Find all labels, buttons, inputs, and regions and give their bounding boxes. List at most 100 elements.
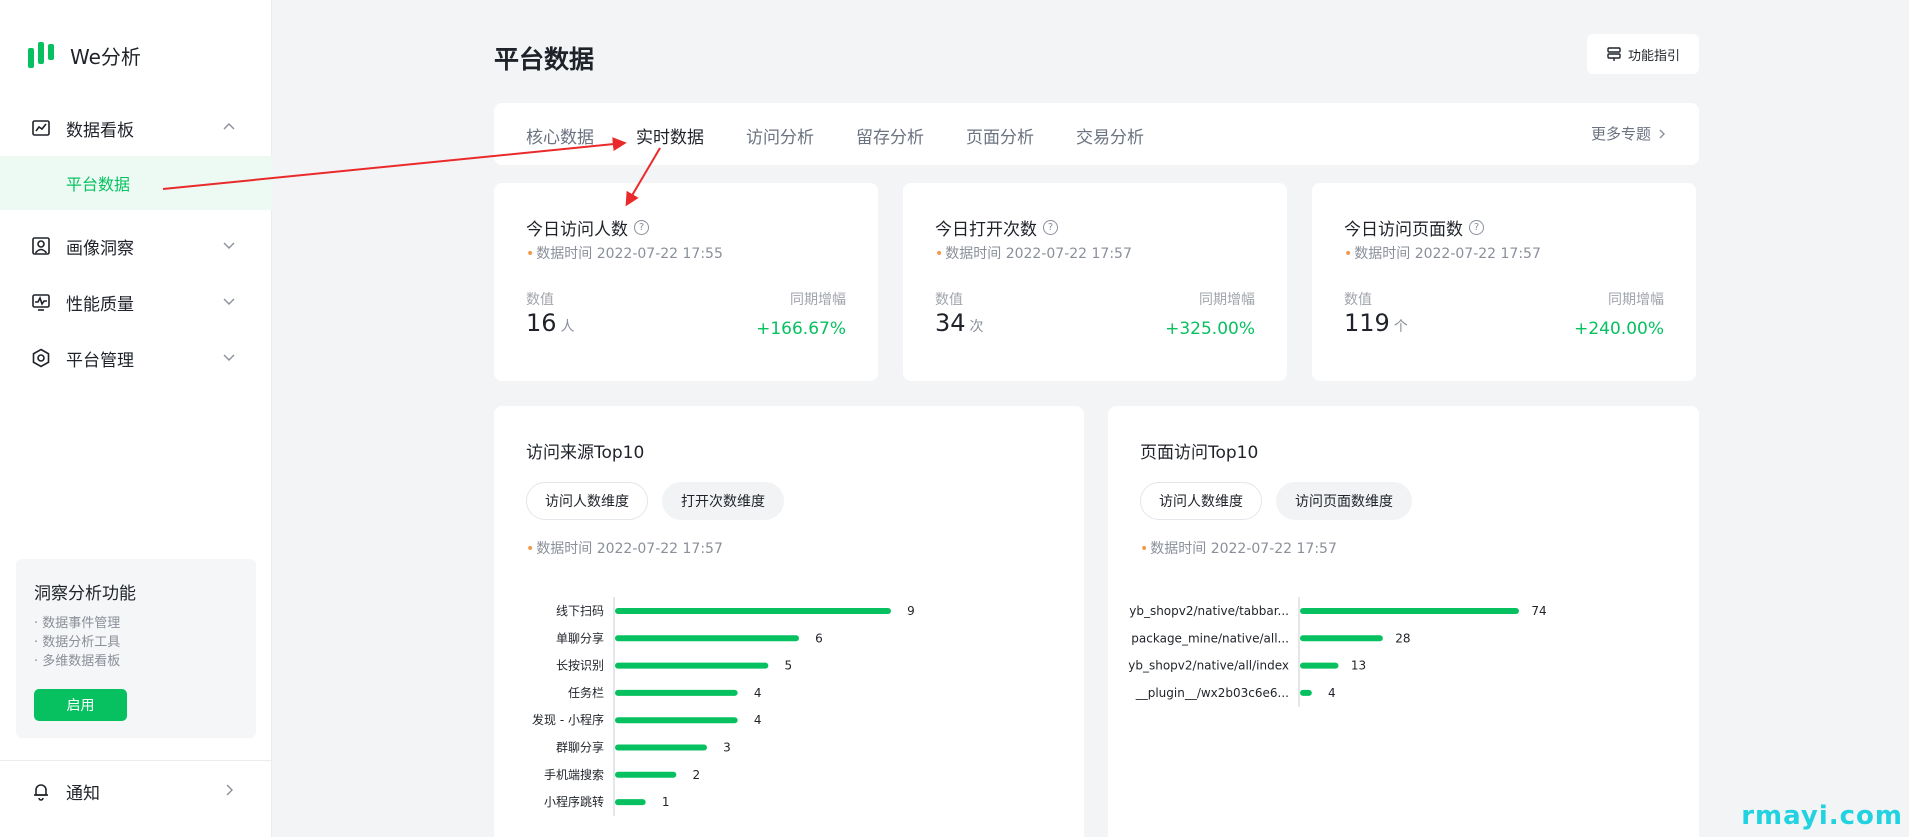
stat-card-visitors: 今日访问人数? • 数据时间 2022-07-22 17:55 数值 同期增幅 1… <box>494 183 878 381</box>
insight-promo-card: 洞察分析功能 · 数据事件管理 · 数据分析工具 · 多维数据看板 启用 <box>16 559 256 738</box>
sidebar-subitem-label: 平台数据 <box>66 175 131 194</box>
stat-title: 今日访问页面数? <box>1344 215 1484 240</box>
more-topics-link[interactable]: 更多专题 <box>1591 123 1667 144</box>
sidebar-subitem-platform-data[interactable]: 平台数据 <box>0 156 272 210</box>
stat-title-text: 今日访问人数 <box>526 220 628 240</box>
category-label: 发现 - 小程序 <box>532 712 604 727</box>
dot-icon: • <box>935 246 944 262</box>
tab-page-analysis[interactable]: 页面分析 <box>966 123 1034 148</box>
tab-visit-analysis[interactable]: 访问分析 <box>746 123 814 148</box>
panel-title: 访问来源Top10 <box>526 443 645 463</box>
promo-item: · 多维数据看板 <box>34 654 121 669</box>
opens-dimension-button[interactable]: 打开次数维度 <box>662 482 784 520</box>
stat-value-number: 119 <box>1344 309 1390 337</box>
logo-mark-icon <box>28 42 54 68</box>
chevron-down-icon <box>223 242 235 249</box>
stat-unit: 次 <box>969 319 984 335</box>
help-icon[interactable]: ? <box>634 220 649 235</box>
tab-realtime-data[interactable]: 实时数据 <box>636 123 704 148</box>
help-icon[interactable]: ? <box>1469 220 1484 235</box>
bar-source-6 <box>615 771 677 778</box>
sidebar-item-label: 画像洞察 <box>66 238 134 259</box>
dot-icon: • <box>526 246 535 262</box>
stat-time-text: 数据时间 2022-07-22 17:57 <box>945 246 1132 262</box>
stat-growth: +166.67% <box>756 319 846 339</box>
value-label: 数值 <box>526 292 554 308</box>
feature-guide-button[interactable]: 功能指引 <box>1587 34 1699 74</box>
chevron-right-icon <box>226 784 233 796</box>
growth-label: 同期增幅 <box>790 292 846 308</box>
bar-source-7 <box>615 799 646 806</box>
stat-value-number: 34 <box>935 309 966 337</box>
sidebar-item-label: 平台管理 <box>66 350 134 371</box>
sidebar-item-label: 数据看板 <box>66 120 134 141</box>
category-label: package_mine/native/all... <box>1131 631 1289 645</box>
category-label: yb_shopv2/native/tabbar... <box>1129 604 1289 618</box>
panel-time-text: 数据时间 2022-07-22 17:57 <box>536 541 723 557</box>
signpost-icon <box>1607 47 1621 61</box>
sidebar-divider <box>0 760 272 761</box>
chevron-up-icon <box>223 123 235 130</box>
promo-title: 洞察分析功能 <box>34 584 136 604</box>
value-label: 5 <box>785 659 793 673</box>
sidebar-item-label: 通知 <box>66 783 100 804</box>
sidebar: We分析 数据看板 平台数据 画像洞察 性能质量 平台管理 洞察分析功能 · 数… <box>0 0 272 837</box>
page-top10-panel: 页面访问Top10 访问人数维度 访问页面数维度 • 数据时间 2022-07-2… <box>1108 406 1699 837</box>
value-label: 4 <box>1328 686 1336 700</box>
page-title: 平台数据 <box>494 45 595 74</box>
sidebar-item-performance[interactable]: 性能质量 <box>0 274 272 330</box>
value-label: 1 <box>662 795 670 809</box>
bar-page-3 <box>1300 689 1312 696</box>
sidebar-item-notify[interactable]: 通知 <box>0 763 272 819</box>
monitor-icon <box>30 291 52 313</box>
bar-source-1 <box>615 635 799 642</box>
sidebar-item-dashboard[interactable]: 数据看板 <box>0 100 272 156</box>
pages-dimension-button[interactable]: 访问页面数维度 <box>1276 482 1412 520</box>
stat-unit: 个 <box>1393 319 1408 335</box>
value-label: 74 <box>1531 604 1546 618</box>
chevron-down-icon <box>223 298 235 305</box>
app-logo[interactable]: We分析 <box>28 40 141 70</box>
portrait-icon <box>30 235 52 257</box>
tab-transaction-analysis[interactable]: 交易分析 <box>1076 123 1144 148</box>
bar-source-5 <box>615 744 707 751</box>
bar-page-0 <box>1300 608 1519 614</box>
stat-time: • 数据时间 2022-07-22 17:57 <box>1344 243 1541 263</box>
feature-guide-label: 功能指引 <box>1627 48 1680 64</box>
dot-icon: • <box>1344 246 1353 262</box>
enable-button[interactable]: 启用 <box>34 689 127 721</box>
value-label: 3 <box>723 741 731 755</box>
growth-label: 同期增幅 <box>1608 292 1664 308</box>
bar-page-1 <box>1300 635 1383 642</box>
stat-card-opens: 今日打开次数? • 数据时间 2022-07-22 17:57 数值 同期增幅 3… <box>903 183 1287 381</box>
tab-retention-analysis[interactable]: 留存分析 <box>856 123 924 148</box>
category-label: __plugin__/wx2b03c6e6... <box>1135 686 1289 700</box>
stat-title: 今日访问人数? <box>526 215 649 240</box>
page-bar-chart: yb_shopv2/native/tabbar... 74 package_mine… <box>1128 597 1547 707</box>
visitors-dimension-button[interactable]: 访问人数维度 <box>1140 482 1262 520</box>
stat-time-text: 数据时间 2022-07-22 17:57 <box>1354 246 1541 262</box>
tab-core-data[interactable]: 核心数据 <box>526 123 594 148</box>
stat-card-pages: 今日访问页面数? • 数据时间 2022-07-22 17:57 数值 同期增幅 … <box>1312 183 1696 381</box>
category-label: 手机端搜索 <box>544 767 604 782</box>
stat-value: 16 人 <box>526 309 575 337</box>
value-label: 数值 <box>935 292 963 308</box>
help-icon[interactable]: ? <box>1043 220 1058 235</box>
dot-icon: • <box>526 541 535 557</box>
bar-source-4 <box>615 717 738 724</box>
stat-growth: +240.00% <box>1574 319 1664 339</box>
source-bar-chart: 线下扫码 9 单聊分享 6 长按识别 5 任务栏 4 发现 - 小程序 4 群聊分享 3 手机端搜索 2 小… <box>532 597 915 817</box>
value-label: 4 <box>754 686 762 700</box>
value-label: 6 <box>815 631 823 645</box>
panel-time: • 数据时间 2022-07-22 17:57 <box>526 538 723 558</box>
bar-source-3 <box>615 689 738 696</box>
visitors-dimension-button[interactable]: 访问人数维度 <box>526 482 648 520</box>
bell-icon <box>30 780 52 802</box>
sidebar-item-portrait[interactable]: 画像洞察 <box>0 218 272 274</box>
category-label: 小程序跳转 <box>544 794 604 809</box>
more-topics-label: 更多专题 <box>1590 125 1651 143</box>
hexagon-icon <box>30 347 52 369</box>
category-label: 任务栏 <box>568 685 604 700</box>
value-label: 4 <box>754 713 762 727</box>
sidebar-item-platform-manage[interactable]: 平台管理 <box>0 330 272 386</box>
